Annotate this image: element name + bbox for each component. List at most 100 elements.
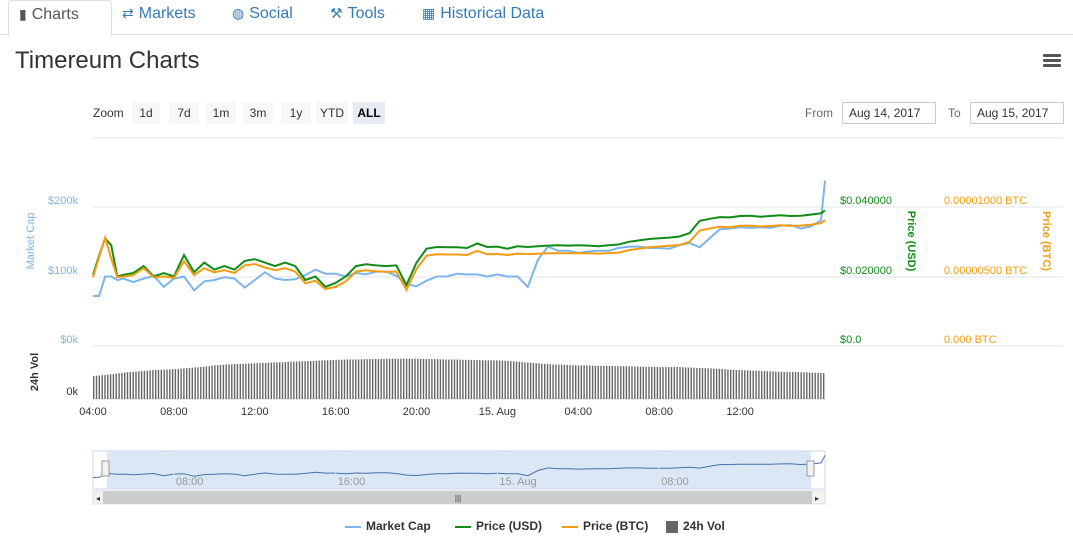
volume-bar (670, 367, 673, 399)
navigator-frame (92, 450, 826, 490)
volume-bar (118, 373, 120, 399)
volume-bar (476, 359, 478, 399)
volume-bar (800, 372, 802, 399)
volume-bar (467, 359, 470, 399)
volume-bar (445, 359, 447, 399)
volume-bar (789, 372, 791, 399)
tab-bar: ▮ Charts ⇄ Markets ◍ Social ⚒ Tools ▦ Histori… (0, 0, 1073, 36)
volume-bar (622, 366, 625, 399)
volume-bar (425, 359, 427, 399)
volume-bar (589, 365, 591, 399)
tab-charts[interactable]: ▮ Charts (8, 0, 112, 36)
volume-bar (143, 370, 146, 399)
x-tick-label: 04:00 (565, 406, 593, 418)
volume-bar (419, 358, 422, 399)
grid-lines (93, 137, 1063, 400)
legend-label: Price (BTC) (583, 519, 649, 533)
volume-bar (642, 366, 644, 399)
volume-bar (696, 367, 698, 399)
volume-bar (820, 373, 822, 399)
volume-bar (459, 359, 461, 399)
zoom-ytd-button[interactable]: YTD (316, 102, 348, 124)
legend-line-symbol (455, 525, 471, 528)
volume-bar (513, 361, 515, 399)
volume-bar (586, 365, 588, 399)
volume-bar (563, 364, 566, 399)
volume-bar (349, 359, 351, 399)
volume-bar (205, 366, 208, 399)
volume-bar (366, 359, 368, 399)
volume-bar (761, 371, 763, 399)
volume-bar (558, 364, 560, 399)
volume-bar (808, 372, 811, 399)
volume-bar (397, 358, 399, 399)
tab-markets[interactable]: ⇄ Markets (122, 0, 196, 34)
range-from-input[interactable]: Aug 14, 2017 (842, 102, 936, 124)
volume-bar (518, 361, 520, 399)
volume-bar (521, 362, 523, 399)
volume-bar (400, 358, 402, 399)
zoom-1y-button[interactable]: 1y (281, 102, 311, 124)
volume-bar (749, 370, 752, 399)
volume-bar (583, 365, 585, 399)
volume-bar (617, 366, 619, 399)
volume-bar (115, 373, 117, 399)
legend-item-price-usd[interactable]: Price (USD) (455, 519, 542, 533)
volume-bar (490, 360, 492, 399)
volume-bar (448, 359, 450, 399)
volume-bar (651, 366, 653, 399)
btc-tick-label: 0.000 BTC (944, 334, 997, 346)
volume-bar (338, 359, 340, 399)
volume-bar (332, 360, 334, 399)
globe-icon: ◍ (232, 5, 245, 21)
legend-item-price-btc[interactable]: Price (BTC) (562, 519, 648, 533)
btc-axis-title: Price (BTC) (1040, 211, 1052, 271)
volume-bar (806, 372, 808, 399)
volume-bar (566, 365, 568, 399)
volume-bar (707, 368, 709, 399)
volume-bar (676, 367, 678, 399)
volume-bar (811, 372, 814, 399)
volume-bar (208, 366, 210, 399)
legend-item-market-cap[interactable]: Market Cap (345, 519, 431, 533)
volume-bar (343, 359, 346, 399)
volume-bar (231, 364, 233, 399)
zoom-1m-button[interactable]: 1m (206, 102, 236, 124)
volume-bar (329, 360, 332, 399)
range-from-label: From (805, 106, 833, 120)
legend-label: Price (USD) (476, 519, 543, 533)
volume-bar (259, 363, 261, 399)
volume-bar (95, 375, 98, 399)
volume-bar (124, 372, 126, 399)
zoom-7d-button[interactable]: 7d (169, 102, 199, 124)
zoom-3m-button[interactable]: 3m (243, 102, 273, 124)
volume-bar (357, 359, 360, 399)
zoom-1d-button[interactable]: 1d (132, 102, 160, 124)
volume-bar (318, 360, 320, 399)
tab-historical-data[interactable]: ▦ Historical Data (422, 0, 544, 34)
zoom-all-button[interactable]: ALL (353, 102, 385, 124)
tab-social[interactable]: ◍ Social (232, 0, 293, 34)
volume-bar (386, 358, 388, 399)
volume-bar (112, 374, 115, 399)
volume-bar (606, 365, 608, 399)
volume-bar (264, 362, 267, 399)
btc-tick-label: 0.00001000 BTC (944, 195, 1027, 207)
range-to-input[interactable]: Aug 15, 2017 (970, 102, 1064, 124)
volume-bar (462, 359, 464, 399)
volume-bar (307, 361, 309, 399)
volume-bar (270, 362, 272, 399)
volume-bar (456, 359, 458, 399)
legend-item-24h-vol[interactable]: 24h Vol (666, 519, 725, 533)
hamburger-menu-icon[interactable] (1043, 54, 1061, 68)
volume-bar (775, 371, 777, 399)
volume-bar (391, 358, 394, 399)
volume-bar (301, 361, 303, 399)
volume-bar (608, 365, 611, 399)
volume-bar (603, 365, 605, 399)
btc-tick-label: 0.00000500 BTC (944, 265, 1027, 277)
tab-tools[interactable]: ⚒ Tools (330, 0, 385, 34)
mcap-tick-label: $100k (48, 265, 78, 277)
volume-bar (377, 359, 380, 399)
volume-bar (529, 362, 532, 399)
